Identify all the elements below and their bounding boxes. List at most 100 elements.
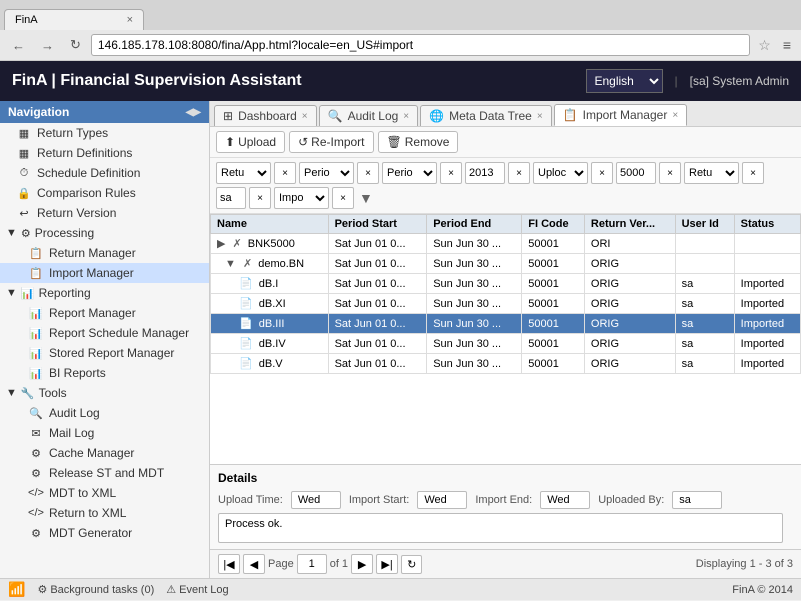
sidebar-item-mdt-to-xml[interactable]: </> MDT to XML	[0, 483, 209, 503]
page-label: Page	[268, 558, 294, 570]
background-tasks[interactable]: ⚙ Background tasks (0)	[37, 583, 154, 596]
forward-button[interactable]: →	[35, 35, 60, 56]
table-row[interactable]: 📄 dB.I Sat Jun 01 0... Sun Jun 30 ... 50…	[211, 274, 801, 294]
import-manager-close-icon[interactable]: ×	[672, 110, 678, 121]
sidebar-item-return-types[interactable]: ▦ Return Types	[0, 123, 209, 143]
remove-button[interactable]: 🗑 Remove	[378, 131, 459, 153]
table-row[interactable]: 📄 dB.V Sat Jun 01 0... Sun Jun 30 ... 50…	[211, 354, 801, 374]
main-content: ⊞ Dashboard × 🔍 Audit Log × 🌐 Meta Data …	[210, 101, 801, 578]
table-row-selected[interactable]: 📄 dB.III Sat Jun 01 0... Sun Jun 30 ... …	[211, 314, 801, 334]
import-end-value: Wed	[540, 491, 590, 509]
first-page-button[interactable]: |◀	[218, 554, 240, 574]
sidebar-item-mdt-generator[interactable]: ⚙ MDT Generator	[0, 523, 209, 543]
col-name[interactable]: Name	[211, 215, 329, 234]
tab-import-manager[interactable]: 📋 Import Manager ×	[554, 104, 688, 126]
comparison-icon: 🔒	[16, 187, 32, 200]
expand-icon[interactable]: ▶	[217, 238, 225, 250]
period-end-clear[interactable]: ×	[440, 162, 462, 184]
table-row[interactable]: 📄 dB.XI Sat Jun 01 0... Sun Jun 30 ... 5…	[211, 294, 801, 314]
sidebar-item-comparison-rules[interactable]: 🔒 Comparison Rules	[0, 183, 209, 203]
table-row[interactable]: 📄 dB.IV Sat Jun 01 0... Sun Jun 30 ... 5…	[211, 334, 801, 354]
expand-icon[interactable]: ▼	[225, 258, 236, 270]
refresh-data-button[interactable]: ↻	[401, 555, 422, 574]
language-dropdown[interactable]: English Deutsch Français	[586, 69, 663, 93]
tab-audit-log[interactable]: 🔍 Audit Log ×	[319, 105, 419, 126]
sidebar-item-report-schedule-manager[interactable]: 📊 Report Schedule Manager	[0, 323, 209, 343]
bookmark-icon[interactable]: ☆	[754, 37, 775, 54]
meta-data-close-icon[interactable]: ×	[537, 111, 543, 122]
event-log[interactable]: ⚠ Event Log	[166, 583, 228, 596]
tab-close-btn[interactable]: ×	[127, 14, 133, 26]
sidebar-collapse-icon[interactable]: ◀▶	[186, 107, 201, 118]
back-button[interactable]: ←	[6, 35, 31, 56]
return-filter[interactable]: Retu	[216, 162, 271, 184]
menu-icon[interactable]: ≡	[779, 37, 795, 53]
sidebar-item-label: Schedule Definition	[37, 166, 140, 180]
import-filter-clear[interactable]: ×	[332, 187, 354, 209]
sidebar-item-bi-reports[interactable]: 📊 BI Reports	[0, 363, 209, 383]
filter-funnel-icon[interactable]: ▼	[359, 190, 373, 206]
sidebar-item-cache-manager[interactable]: ⚙ Cache Manager	[0, 443, 209, 463]
col-period-start[interactable]: Period Start	[328, 215, 427, 234]
count-filter-clear[interactable]: ×	[659, 162, 681, 184]
upload-filter-clear[interactable]: ×	[591, 162, 613, 184]
data-table-container: Name Period Start Period End FI Code Ret…	[210, 214, 801, 464]
period-start-filter[interactable]: Perio	[299, 162, 354, 184]
tab-dashboard[interactable]: ⊞ Dashboard ×	[214, 105, 317, 126]
year-filter-clear[interactable]: ×	[508, 162, 530, 184]
toolbar: ⬆ Upload ↺ Re-Import 🗑 Remove	[210, 127, 801, 158]
year-filter[interactable]	[465, 162, 505, 184]
sidebar-section-processing[interactable]: ▼ ⚙ Processing	[0, 223, 209, 243]
upload-button[interactable]: ⬆ Upload	[216, 131, 285, 153]
upload-filter[interactable]: Uploc	[533, 162, 588, 184]
sidebar-item-audit-log[interactable]: 🔍 Audit Log	[0, 403, 209, 423]
import-start-value: Wed	[417, 491, 467, 509]
return-manager-icon: 📋	[28, 247, 44, 260]
col-period-end[interactable]: Period End	[427, 215, 522, 234]
col-status[interactable]: Status	[734, 215, 800, 234]
dashboard-tab-icon: ⊞	[223, 109, 233, 123]
tab-meta-data-tree[interactable]: 🌐 Meta Data Tree ×	[420, 105, 552, 126]
return-ver-filter[interactable]: Retu	[684, 162, 739, 184]
sidebar-section-tools[interactable]: ▼ 🔧 Tools	[0, 383, 209, 403]
dashboard-close-icon[interactable]: ×	[302, 111, 308, 122]
reimport-button[interactable]: ↺ Re-Import	[289, 131, 373, 153]
sidebar-item-release-st-mdt[interactable]: ⚙ Release ST and MDT	[0, 463, 209, 483]
sidebar-item-return-definitions[interactable]: ▦ Return Definitions	[0, 143, 209, 163]
refresh-button[interactable]: ↻	[64, 34, 87, 56]
sidebar-item-return-version[interactable]: ↩ Return Version	[0, 203, 209, 223]
release-icon: ⚙	[28, 467, 44, 480]
table-row[interactable]: ▼ ✗ demo.BN Sat Jun 01 0... Sun Jun 30 .…	[211, 254, 801, 274]
sidebar-item-stored-report-manager[interactable]: 📊 Stored Report Manager	[0, 343, 209, 363]
user-filter[interactable]	[216, 187, 246, 209]
sidebar-item-schedule-definition[interactable]: ⏱ Schedule Definition	[0, 163, 209, 183]
sidebar-item-return-manager[interactable]: 📋 Return Manager	[0, 243, 209, 263]
audit-log-close-icon[interactable]: ×	[403, 111, 409, 122]
col-user-id[interactable]: User Id	[675, 215, 734, 234]
return-filter-clear[interactable]: ×	[274, 162, 296, 184]
sidebar-item-import-manager[interactable]: 📋 Import Manager	[0, 263, 209, 283]
table-row[interactable]: ▶ ✗ BNK5000 Sat Jun 01 0... Sun Jun 30 .…	[211, 234, 801, 254]
remove-icon: 🗑	[387, 135, 402, 149]
cache-manager-icon: ⚙	[28, 447, 44, 460]
sidebar-item-report-manager[interactable]: 📊 Report Manager	[0, 303, 209, 323]
return-ver-clear[interactable]: ×	[742, 162, 764, 184]
sidebar-section-reporting[interactable]: ▼ 📊 Reporting	[0, 283, 209, 303]
upload-icon: ⬆	[225, 135, 235, 149]
report-manager-icon: 📊	[28, 307, 44, 320]
period-start-clear[interactable]: ×	[357, 162, 379, 184]
last-page-button[interactable]: ▶|	[376, 554, 398, 574]
page-input[interactable]	[297, 554, 327, 574]
prev-page-button[interactable]: ◀	[243, 554, 265, 574]
sidebar-item-return-to-xml[interactable]: </> Return to XML	[0, 503, 209, 523]
period-end-filter[interactable]: Perio	[382, 162, 437, 184]
import-filter[interactable]: Impo	[274, 187, 329, 209]
col-fi-code[interactable]: FI Code	[522, 215, 585, 234]
address-bar[interactable]	[91, 34, 750, 56]
count-filter[interactable]	[616, 162, 656, 184]
browser-tab[interactable]: FinA ×	[4, 9, 144, 30]
col-return-ver[interactable]: Return Ver...	[584, 215, 675, 234]
user-filter-clear[interactable]: ×	[249, 187, 271, 209]
sidebar-item-mail-log[interactable]: ✉ Mail Log	[0, 423, 209, 443]
next-page-button[interactable]: ▶	[351, 554, 373, 574]
